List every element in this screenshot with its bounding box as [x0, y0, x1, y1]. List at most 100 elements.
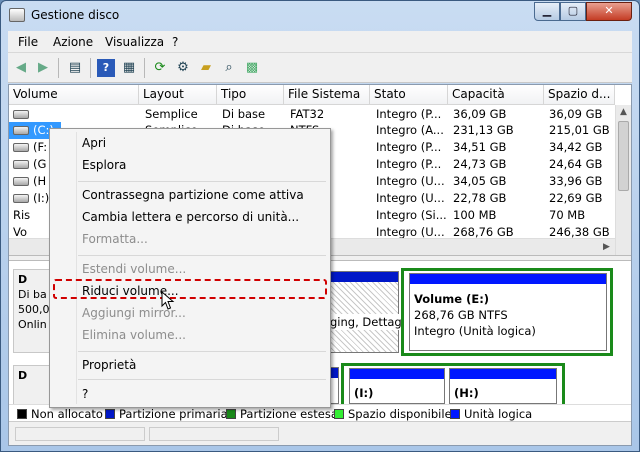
legend-swatch	[17, 409, 27, 419]
cell-stato: Integro (A...	[376, 123, 444, 137]
toolbar: ◀ ▶ ▤ ? ▦ ⟳ ⚙ ▰ ⌕ ▩	[8, 53, 632, 83]
cell-spazio: 22,69 GB	[549, 191, 603, 205]
partition-volume-e[interactable]: Volume (E:) 268,76 GB NTFS Integro (Unit…	[409, 273, 607, 351]
cell-volume: (F:	[33, 140, 48, 154]
toolbar-separator	[144, 58, 145, 78]
legend-swatch	[105, 409, 115, 419]
column-header-stato[interactable]: Stato	[370, 85, 448, 105]
partition-i-label: (I:)	[354, 386, 374, 400]
cell-volume: (H	[33, 174, 47, 188]
vertical-scrollbar[interactable]: ▲	[615, 105, 631, 255]
drive-icon	[13, 177, 29, 186]
cell-stato: Integro (P...	[376, 140, 442, 154]
riduci-volume-highlight-outline	[53, 279, 327, 299]
column-header-spazio[interactable]: Spazio d...	[544, 85, 615, 105]
context-menu: Apri Esplora Contrassegna partizione com…	[49, 128, 331, 408]
status-panel	[15, 427, 145, 441]
cell-capacita: 24,73 GB	[453, 157, 507, 171]
cell-capacita: 36,09 GB	[453, 107, 507, 121]
drive-icon	[13, 160, 29, 169]
partition-bar	[330, 272, 398, 282]
ctx-item-contrassegna-attiva[interactable]: Contrassegna partizione come attiva	[82, 188, 304, 202]
scroll-thumb[interactable]	[618, 121, 629, 191]
legend-swatch	[450, 409, 460, 419]
cell-layout: Semplice	[145, 107, 198, 121]
mouse-cursor-icon	[161, 291, 175, 310]
ctx-item-esplora[interactable]: Esplora	[82, 158, 126, 172]
partition-primary[interactable]: ging, Dettag	[329, 271, 402, 353]
ctx-item-elimina-volume: Elimina volume...	[82, 328, 186, 342]
cell-volume: (I:)	[33, 191, 50, 205]
window-title: Gestione disco	[31, 8, 120, 22]
legend-label: Spazio disponibile	[348, 407, 452, 421]
legend-label: Partizione primaria	[119, 407, 228, 421]
partition-bar	[450, 369, 556, 379]
cell-stato: Integro (P...	[376, 157, 442, 171]
cell-spazio: 246,38 GB	[549, 225, 610, 238]
toolbar-separator	[90, 58, 91, 78]
ctx-item-cambia-lettera[interactable]: Cambia lettera e percorso di unità...	[82, 210, 299, 224]
column-header-volume[interactable]: Volume	[9, 85, 139, 105]
open-folder-icon[interactable]: ▰	[197, 59, 215, 77]
close-button[interactable]: ✕	[586, 2, 632, 21]
minimize-button[interactable]: ▁	[534, 2, 560, 21]
menu-file[interactable]: File	[18, 35, 38, 49]
volume-e-size: 268,76 GB NTFS	[414, 308, 508, 322]
column-header-file-system[interactable]: File Sistema	[284, 85, 370, 105]
forward-arrow-icon[interactable]: ▶	[34, 59, 52, 77]
show-hide-console-tree-icon[interactable]: ▤	[66, 59, 84, 77]
cell-volume: Vo	[13, 225, 28, 238]
cell-spazio: 33,96 GB	[549, 174, 603, 188]
cell-stato: Integro (U...	[376, 191, 445, 205]
ctx-item-apri[interactable]: Apri	[82, 136, 106, 150]
cell-stato: Integro (U...	[376, 225, 445, 238]
cell-spazio: 24,64 GB	[549, 157, 603, 171]
help-icon[interactable]: ?	[97, 59, 115, 77]
maximize-button[interactable]: ▢	[560, 2, 586, 21]
scroll-right-icon[interactable]: ▶	[603, 242, 610, 252]
column-header-capacita[interactable]: Capacità	[448, 85, 544, 105]
ctx-separator	[78, 255, 326, 256]
cell-capacita: 34,51 GB	[453, 140, 507, 154]
menu-help[interactable]: ?	[172, 35, 178, 49]
properties-icon[interactable]: ▦	[120, 59, 138, 77]
cell-spazio: 36,09 GB	[549, 107, 603, 121]
disk-management-window: Gestione disco ▁ ▢ ✕ File Azione Visuali…	[0, 0, 640, 452]
ctx-separator	[78, 379, 326, 380]
cell-stato: Integro (U...	[376, 174, 445, 188]
rescan-icon[interactable]: ⚙	[174, 59, 192, 77]
drive-icon	[13, 143, 29, 152]
ctx-separator	[78, 351, 326, 352]
status-bar	[9, 421, 631, 445]
legend-swatch	[334, 409, 344, 419]
table-row[interactable]: Semplice Di base FAT32 Integro (P... 36,…	[9, 106, 617, 123]
ctx-item-estendi-volume: Estendi volume...	[82, 262, 187, 276]
ctx-item-proprieta[interactable]: Proprietà	[82, 358, 136, 372]
search-icon[interactable]: ⌕	[220, 59, 238, 77]
partition-h[interactable]: (H:)	[449, 368, 557, 404]
cell-capacita: 100 MB	[453, 208, 497, 222]
partition-i[interactable]: (I:)	[349, 368, 445, 404]
column-header-tipo[interactable]: Tipo	[217, 85, 284, 105]
menu-bar: File Azione Visualizza ?	[8, 31, 632, 53]
partition-text: ging, Dettag	[330, 314, 402, 330]
drive-icon	[13, 110, 29, 119]
ctx-separator	[78, 181, 326, 182]
export-list-icon[interactable]: ▩	[243, 59, 261, 77]
refresh-icon[interactable]: ⟳	[151, 59, 169, 77]
title-bar[interactable]: Gestione disco ▁ ▢ ✕	[1, 1, 639, 31]
menu-visualizza[interactable]: Visualizza	[105, 35, 164, 49]
cell-capacita: 22,78 GB	[453, 191, 507, 205]
scroll-up-icon[interactable]: ▲	[620, 107, 627, 117]
legend-label: Partizione estesa	[240, 407, 338, 421]
cell-volume: (G	[33, 157, 47, 171]
back-arrow-icon[interactable]: ◀	[12, 59, 30, 77]
column-header-layout[interactable]: Layout	[139, 85, 217, 105]
toolbar-separator	[58, 58, 59, 78]
ctx-item-help[interactable]: ?	[82, 387, 88, 401]
cell-fs: FAT32	[290, 107, 325, 121]
legend-swatch	[226, 409, 236, 419]
cell-stato: Integro (P...	[376, 107, 442, 121]
menu-azione[interactable]: Azione	[53, 35, 93, 49]
cell-spazio: 34,42 GB	[549, 140, 603, 154]
